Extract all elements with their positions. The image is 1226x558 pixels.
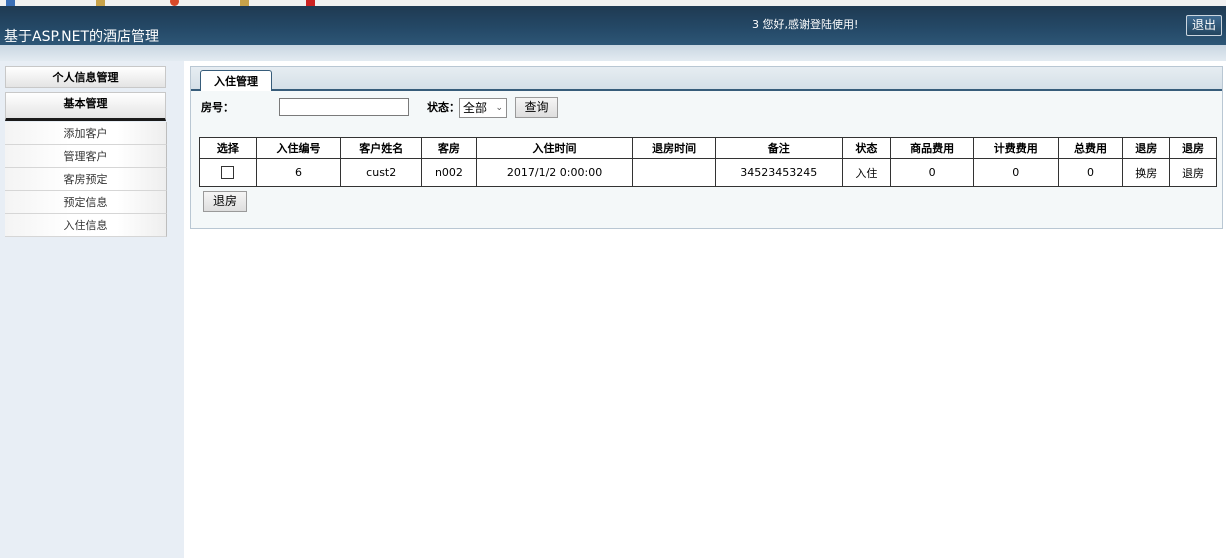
goods-fee-cell: 0: [890, 158, 974, 187]
select-cell: [199, 158, 257, 187]
tab-checkin-management[interactable]: 入住管理: [200, 70, 272, 91]
column-header: 选择: [199, 137, 257, 159]
chevron-down-icon: ⌄: [495, 103, 503, 113]
column-header: 客户姓名: [340, 137, 423, 159]
sidebar-section-basic-management[interactable]: 基本管理: [5, 92, 166, 121]
checkin-table: 选择 入住编号 客户姓名 客房 入住时间 退房时间 备注 状态 商品费用 计费费…: [199, 137, 1217, 187]
sidebar-item-booking-info[interactable]: 预定信息: [5, 191, 167, 214]
sidebar-item-room-booking[interactable]: 客房预定: [5, 168, 167, 191]
remark-cell: 34523453245: [714, 158, 843, 187]
status-select-value: 全部: [463, 101, 488, 115]
checkout-time-cell: [632, 158, 716, 187]
column-header: 备注: [714, 137, 843, 159]
room-number-input[interactable]: [279, 98, 409, 116]
column-header: 客房: [421, 137, 477, 159]
logout-button[interactable]: 退出: [1186, 15, 1222, 36]
checkin-id-cell: 6: [255, 158, 342, 187]
checkin-management-panel: 入住管理 房号： 状态： 全部 ⌄ 查询 选择 入住编号 客户姓名 客房 入住时…: [190, 66, 1223, 229]
column-header: 入住编号: [255, 137, 342, 159]
change-room-link[interactable]: 换房: [1135, 167, 1157, 180]
table-row: 6 cust2 n002 2017/1/2 0:00:00 3452345324…: [199, 158, 1217, 187]
app-header: 基于ASP.NET的酒店管理 3 您好,感谢登陆使用! 退出: [0, 6, 1226, 45]
sidebar-item-manage-customers[interactable]: 管理客户: [5, 145, 167, 168]
app-title: 基于ASP.NET的酒店管理: [4, 29, 160, 45]
welcome-message: 3 您好,感谢登陆使用!: [752, 18, 859, 31]
status-cell: 入住: [841, 158, 892, 187]
column-header: 状态: [841, 137, 892, 159]
column-header: 退房: [1122, 137, 1171, 159]
checkout-button[interactable]: 退房: [203, 191, 247, 212]
billing-fee-cell: 0: [972, 158, 1059, 187]
sidebar-menu: 添加客户 管理客户 客房预定 预定信息 入住信息: [5, 122, 167, 237]
checkout-cell: 退房: [1169, 158, 1217, 187]
column-header: 退房: [1169, 137, 1217, 159]
table-header-row: 选择 入住编号 客户姓名 客房 入住时间 退房时间 备注 状态 商品费用 计费费…: [199, 137, 1217, 159]
room-cell: n002: [421, 158, 477, 187]
sidebar-item-checkin-info[interactable]: 入住信息: [5, 214, 167, 237]
customer-name-cell: cust2: [340, 158, 423, 187]
status-select[interactable]: 全部 ⌄: [459, 98, 507, 118]
sidebar-section-personal-info[interactable]: 个人信息管理: [5, 66, 166, 88]
tab-strip: 入住管理: [191, 67, 1222, 91]
header-divider: [0, 45, 1226, 61]
column-header: 总费用: [1057, 137, 1124, 159]
change-room-cell: 换房: [1122, 158, 1171, 187]
checkin-time-cell: 2017/1/2 0:00:00: [475, 158, 634, 187]
sidebar-item-add-customer[interactable]: 添加客户: [5, 122, 167, 145]
column-header: 退房时间: [632, 137, 716, 159]
column-header: 入住时间: [475, 137, 634, 159]
column-header: 商品费用: [890, 137, 974, 159]
checkout-link[interactable]: 退房: [1182, 167, 1204, 180]
query-button[interactable]: 查询: [515, 97, 558, 118]
total-fee-cell: 0: [1057, 158, 1124, 187]
row-checkbox[interactable]: [221, 166, 235, 180]
column-header: 计费费用: [972, 137, 1059, 159]
room-number-label: 房号：: [201, 101, 234, 114]
status-label: 状态：: [427, 101, 460, 114]
